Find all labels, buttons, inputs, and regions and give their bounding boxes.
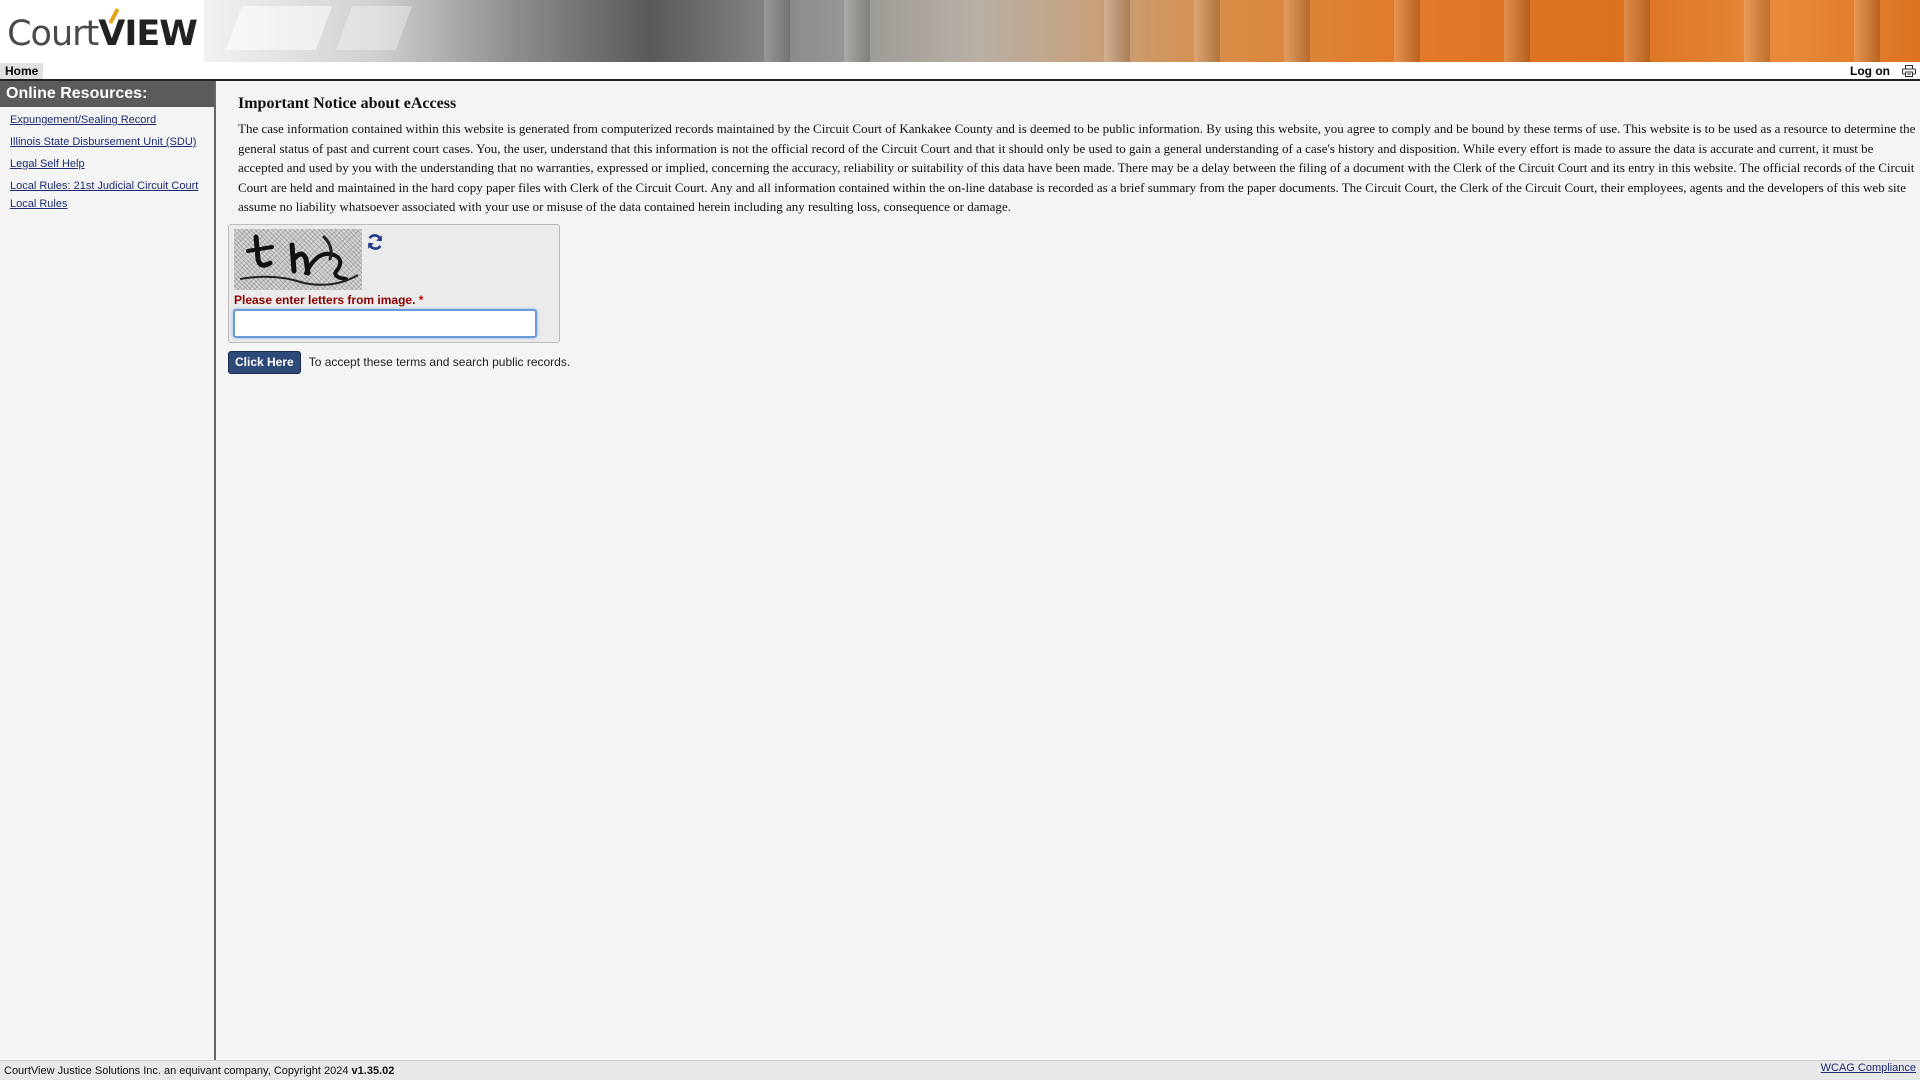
print-icon[interactable]	[1902, 65, 1916, 77]
accept-terms-text: To accept these terms and search public …	[308, 355, 571, 369]
banner-document-shape	[335, 6, 413, 50]
notice-body: The case information contained within th…	[238, 121, 1916, 215]
banner-column	[1284, 0, 1310, 62]
main-content: Important Notice about eAccess The case …	[218, 81, 1920, 1060]
banner-column	[1104, 0, 1130, 62]
courtview-logo[interactable]: CourtVIEW	[0, 0, 204, 62]
sidebar-link-expungement[interactable]: Expungement/Sealing Record	[10, 111, 204, 129]
captcha-input[interactable]	[233, 309, 537, 338]
sidebar-link-local-rules[interactable]: Local Rules: 21st Judicial Circuit Court…	[10, 177, 204, 213]
logo-text-view: VIEW	[98, 13, 198, 54]
banner-column	[1194, 0, 1220, 62]
captcha-label: Please enter letters from image.	[234, 293, 416, 307]
banner-column	[1854, 0, 1880, 62]
footer: CourtView Justice Solutions Inc. an equi…	[0, 1060, 1920, 1080]
banner-column	[844, 0, 870, 62]
banner-column	[764, 0, 790, 62]
captcha-panel: Please enter letters from image. *	[228, 224, 560, 343]
notice-title: Important Notice about eAccess	[238, 95, 457, 112]
accept-terms-row: Click Here To accept these terms and sea…	[228, 350, 571, 374]
sidebar-link-legal-self-help[interactable]: Legal Self Help	[10, 155, 204, 173]
header-banner: CourtVIEW	[0, 0, 1920, 62]
captcha-image	[234, 229, 362, 290]
logon-link[interactable]: Log on	[1850, 63, 1890, 79]
sidebar-link-sdu[interactable]: Illinois State Disbursement Unit (SDU)	[10, 133, 204, 151]
copyright-text: CourtView Justice Solutions Inc. an equi…	[4, 1065, 349, 1077]
wcag-compliance-link[interactable]: WCAG Compliance	[1821, 1062, 1916, 1074]
refresh-captcha-icon[interactable]	[366, 233, 384, 251]
accept-terms-button[interactable]: Click Here	[228, 350, 301, 374]
logo-text-court: Court	[7, 13, 99, 54]
online-resources-list: Expungement/Sealing Record Illinois Stat…	[0, 107, 214, 213]
top-navigation-bar: Home Log on	[0, 62, 1920, 81]
sidebar-title: Online Resources:	[0, 81, 214, 107]
version-number: v1.35.02	[351, 1065, 395, 1077]
sidebar: Online Resources: Expungement/Sealing Re…	[0, 81, 216, 1060]
banner-column	[1624, 0, 1650, 62]
banner-column	[1744, 0, 1770, 62]
banner-column	[1394, 0, 1420, 62]
required-asterisk: *	[418, 293, 424, 307]
banner-document-shape	[225, 6, 333, 50]
nav-home-tab[interactable]: Home	[0, 63, 44, 79]
banner-column	[1504, 0, 1530, 62]
courthouse-banner-image	[204, 0, 1920, 62]
